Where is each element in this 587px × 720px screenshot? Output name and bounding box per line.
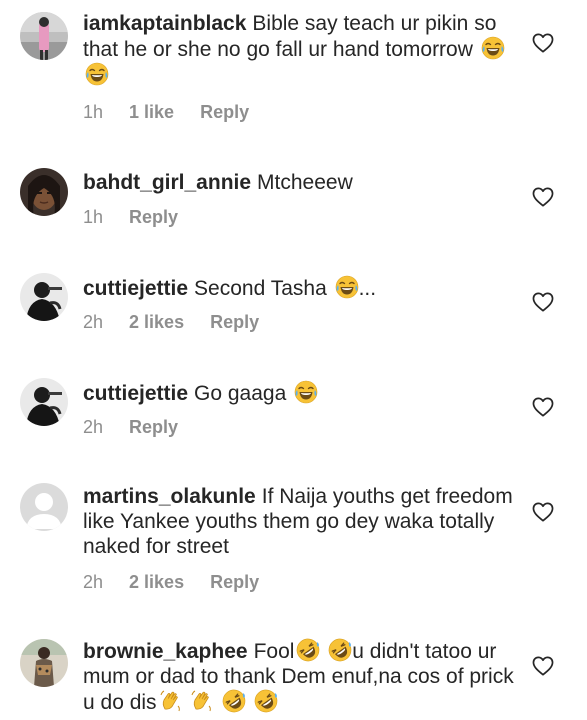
tears-of-joy-icon: [85, 62, 109, 86]
comment-body: brownie_kaphee Fool u didn't tatoo ur mum…: [83, 638, 523, 715]
likes-count[interactable]: 2 likes: [129, 572, 184, 593]
heart-outline-icon[interactable]: [532, 656, 554, 676]
heart-outline-icon[interactable]: [532, 292, 554, 312]
username[interactable]: cuttiejettie: [83, 382, 188, 405]
comment-text: Second Tasha: [194, 277, 327, 300]
tears-of-joy-icon: [481, 36, 505, 60]
heart-outline-icon[interactable]: [532, 397, 554, 417]
heart-outline-icon[interactable]: [532, 502, 554, 522]
waving-hand-icon: [190, 689, 214, 713]
comment-text: Go gaaga: [194, 382, 287, 405]
reply-button[interactable]: Reply: [210, 572, 259, 593]
username[interactable]: brownie_kaphee: [83, 640, 248, 663]
comment-time: 2h: [83, 572, 104, 592]
avatar[interactable]: [20, 483, 68, 531]
likes-count[interactable]: 1 like: [129, 102, 174, 123]
reply-button[interactable]: Reply: [200, 102, 249, 123]
comment-meta: 1h Reply: [83, 207, 178, 228]
comment-body: bahdt_girl_annie Mtcheeew: [83, 170, 523, 195]
username[interactable]: cuttiejettie: [83, 277, 188, 300]
avatar[interactable]: [20, 273, 68, 321]
tears-of-joy-icon: [335, 275, 359, 299]
rolling-on-floor-laughing-icon: [328, 638, 352, 662]
waving-hand-icon: [159, 689, 183, 713]
username[interactable]: martins_olakunle: [83, 485, 256, 508]
avatar[interactable]: [20, 12, 68, 60]
comment-body: iamkaptainblack Bible say teach ur pikin …: [83, 11, 523, 88]
heart-outline-icon[interactable]: [532, 187, 554, 207]
username[interactable]: iamkaptainblack: [83, 12, 246, 35]
comment-time: 2h: [83, 417, 104, 437]
comment-meta: 1h 1 like Reply: [83, 102, 249, 123]
comment-time: 1h: [83, 102, 104, 122]
heart-outline-icon[interactable]: [532, 33, 554, 53]
comment-meta: 2h 2 likes Reply: [83, 572, 259, 593]
rolling-on-floor-laughing-icon: [222, 689, 246, 713]
comment-text: Mtcheeew: [257, 171, 353, 194]
rolling-on-floor-laughing-icon: [254, 689, 278, 713]
comment-text: Fool: [253, 640, 295, 663]
avatar[interactable]: [20, 639, 68, 687]
tears-of-joy-icon: [294, 380, 318, 404]
avatar[interactable]: [20, 168, 68, 216]
comment-time: 1h: [83, 207, 104, 227]
avatar[interactable]: [20, 378, 68, 426]
comment-time: 2h: [83, 312, 104, 332]
comment-meta: 2h Reply: [83, 417, 178, 438]
reply-button[interactable]: Reply: [129, 207, 178, 228]
reply-button[interactable]: Reply: [210, 312, 259, 333]
rolling-on-floor-laughing-icon: [296, 638, 320, 662]
comment-body: martins_olakunle If Naija youths get free…: [83, 484, 523, 559]
comment-body: cuttiejettie Go gaaga: [83, 380, 523, 406]
likes-count[interactable]: 2 likes: [129, 312, 184, 333]
ellipsis: ...: [358, 277, 377, 300]
comment-body: cuttiejettie Second Tasha ...: [83, 275, 523, 301]
reply-button[interactable]: Reply: [129, 417, 178, 438]
username[interactable]: bahdt_girl_annie: [83, 171, 251, 194]
comment-meta: 2h 2 likes Reply: [83, 312, 259, 333]
